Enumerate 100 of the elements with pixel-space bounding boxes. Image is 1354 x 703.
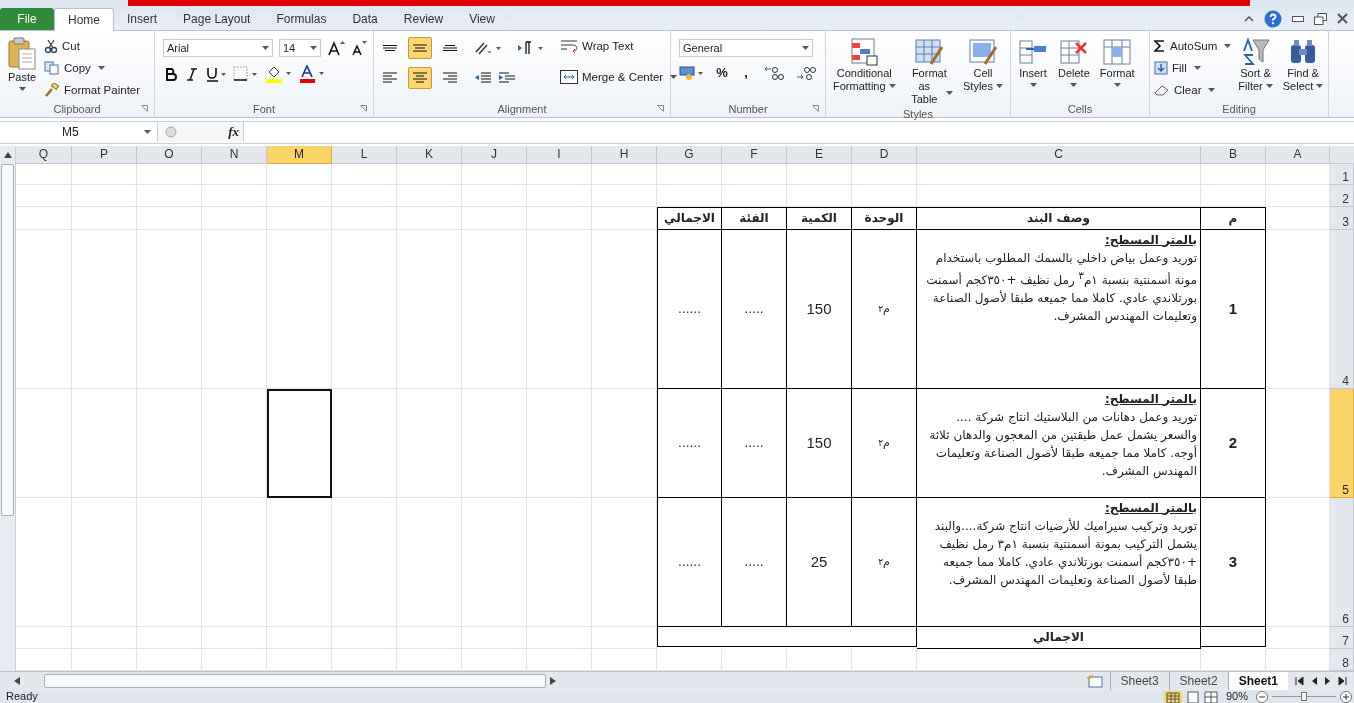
empty-cell[interactable] <box>267 648 332 671</box>
empty-cell[interactable] <box>462 648 527 671</box>
empty-cell[interactable] <box>16 206 72 230</box>
insert-function-button[interactable]: fx <box>228 124 239 141</box>
empty-cell[interactable] <box>527 229 592 389</box>
empty-cell[interactable] <box>267 163 332 185</box>
empty-cell[interactable] <box>592 184 657 207</box>
ribbon-tab[interactable]: Page Layout <box>170 8 264 30</box>
empty-cell[interactable] <box>137 229 202 389</box>
column-header[interactable]: P <box>72 145 137 164</box>
empty-cell[interactable] <box>852 648 917 671</box>
decrease-indent-icon[interactable] <box>474 70 492 85</box>
center-button[interactable] <box>408 66 432 89</box>
empty-cell[interactable] <box>787 648 852 671</box>
row-header[interactable]: 1 <box>1330 163 1354 185</box>
column-header[interactable]: B <box>1201 145 1266 164</box>
empty-cell[interactable] <box>1201 163 1266 185</box>
empty-cell[interactable] <box>462 626 527 649</box>
empty-cell[interactable] <box>462 163 527 185</box>
empty-cell[interactable] <box>397 163 462 185</box>
wrap-text-button[interactable]: Wrap Text <box>560 36 678 56</box>
empty-cell[interactable] <box>462 229 527 389</box>
empty-cell[interactable] <box>16 184 72 207</box>
minimize-icon[interactable] <box>1292 15 1304 22</box>
column-header[interactable]: Q <box>16 145 72 164</box>
first-sheet-icon[interactable] <box>1294 676 1304 687</box>
page-break-view-icon[interactable] <box>1203 690 1218 703</box>
help-icon[interactable] <box>1264 9 1282 28</box>
column-header[interactable]: A <box>1266 145 1330 164</box>
empty-cell[interactable] <box>332 184 397 207</box>
empty-cell[interactable] <box>202 229 267 389</box>
empty-cell[interactable] <box>397 206 462 230</box>
bold-icon[interactable] <box>163 65 179 82</box>
clear-button[interactable]: Clear <box>1154 80 1232 100</box>
ribbon-tab[interactable]: View <box>456 8 508 30</box>
empty-cell[interactable] <box>1201 184 1266 207</box>
empty-cell[interactable] <box>72 206 137 230</box>
insert-cells-button[interactable]: Insert <box>1015 34 1051 89</box>
empty-cell[interactable] <box>332 497 397 627</box>
last-sheet-icon[interactable] <box>1338 676 1348 687</box>
sort-filter-button[interactable]: Sort & Filter <box>1235 34 1276 95</box>
find-select-button[interactable]: Find & Select <box>1279 34 1327 95</box>
fill-color-icon[interactable] <box>265 64 293 83</box>
empty-cell[interactable] <box>462 388 527 498</box>
empty-cell[interactable] <box>657 184 722 207</box>
zoom-in-icon[interactable] <box>1340 690 1352 703</box>
ribbon-tab[interactable]: Home <box>54 7 114 31</box>
empty-cell[interactable] <box>462 184 527 207</box>
row-header[interactable]: 5 <box>1330 388 1354 498</box>
insert-sheet-icon[interactable] <box>1085 674 1104 689</box>
empty-cell[interactable] <box>16 163 72 185</box>
empty-cell[interactable] <box>137 497 202 627</box>
select-all-button[interactable] <box>1330 145 1354 164</box>
row-header[interactable]: 6 <box>1330 497 1354 627</box>
empty-cell[interactable] <box>267 184 332 207</box>
empty-cell[interactable] <box>16 648 72 671</box>
empty-cell[interactable] <box>722 648 787 671</box>
column-header[interactable]: J <box>462 145 527 164</box>
row-header[interactable]: 3 <box>1330 206 1354 230</box>
sheet-tab[interactable]: Sheet1 <box>1227 672 1288 691</box>
empty-cell[interactable] <box>722 163 787 185</box>
empty-cell[interactable] <box>852 184 917 207</box>
empty-cell[interactable] <box>397 648 462 671</box>
cut-button[interactable]: Cut <box>44 36 141 56</box>
empty-cell[interactable] <box>137 184 202 207</box>
empty-cell[interactable] <box>527 184 592 207</box>
column-header[interactable]: E <box>787 145 852 164</box>
empty-cell[interactable] <box>332 229 397 389</box>
empty-cell[interactable] <box>332 648 397 671</box>
scroll-left-icon[interactable] <box>14 677 20 686</box>
empty-cell[interactable] <box>527 206 592 230</box>
empty-cell[interactable] <box>137 163 202 185</box>
zoom-out-icon[interactable] <box>1256 690 1268 703</box>
empty-cell[interactable] <box>72 163 137 185</box>
empty-cell[interactable] <box>137 206 202 230</box>
dialog-launcher-icon[interactable] <box>657 104 664 112</box>
empty-cell[interactable] <box>72 229 137 389</box>
empty-cell[interactable] <box>722 184 787 207</box>
scroll-right-icon[interactable] <box>550 677 556 686</box>
column-header[interactable]: L <box>332 145 397 164</box>
previous-sheet-icon[interactable] <box>1310 676 1318 687</box>
empty-cell[interactable] <box>202 648 267 671</box>
column-header[interactable]: F <box>722 145 787 164</box>
empty-cell[interactable] <box>202 626 267 649</box>
empty-cell[interactable] <box>202 206 267 230</box>
shrink-font-icon[interactable] <box>351 39 367 56</box>
autosum-button[interactable]: AutoSum <box>1154 36 1232 56</box>
conditional-formatting-button[interactable]: Conditional Formatting <box>830 34 899 95</box>
row-header[interactable]: 7 <box>1330 626 1354 649</box>
grow-font-icon[interactable] <box>327 39 345 56</box>
empty-cell[interactable] <box>462 206 527 230</box>
copy-button[interactable]: Copy <box>44 58 141 78</box>
empty-cell[interactable] <box>72 648 137 671</box>
column-header[interactable]: K <box>397 145 462 164</box>
ribbon-tab[interactable]: Review <box>390 8 457 30</box>
font-name-field[interactable]: Arial <box>163 38 273 57</box>
empty-cell[interactable] <box>72 626 137 649</box>
empty-cell[interactable] <box>202 184 267 207</box>
format-as-table-button[interactable]: Format as Table <box>902 34 957 108</box>
ribbon-tab[interactable]: Formulas <box>263 8 340 30</box>
